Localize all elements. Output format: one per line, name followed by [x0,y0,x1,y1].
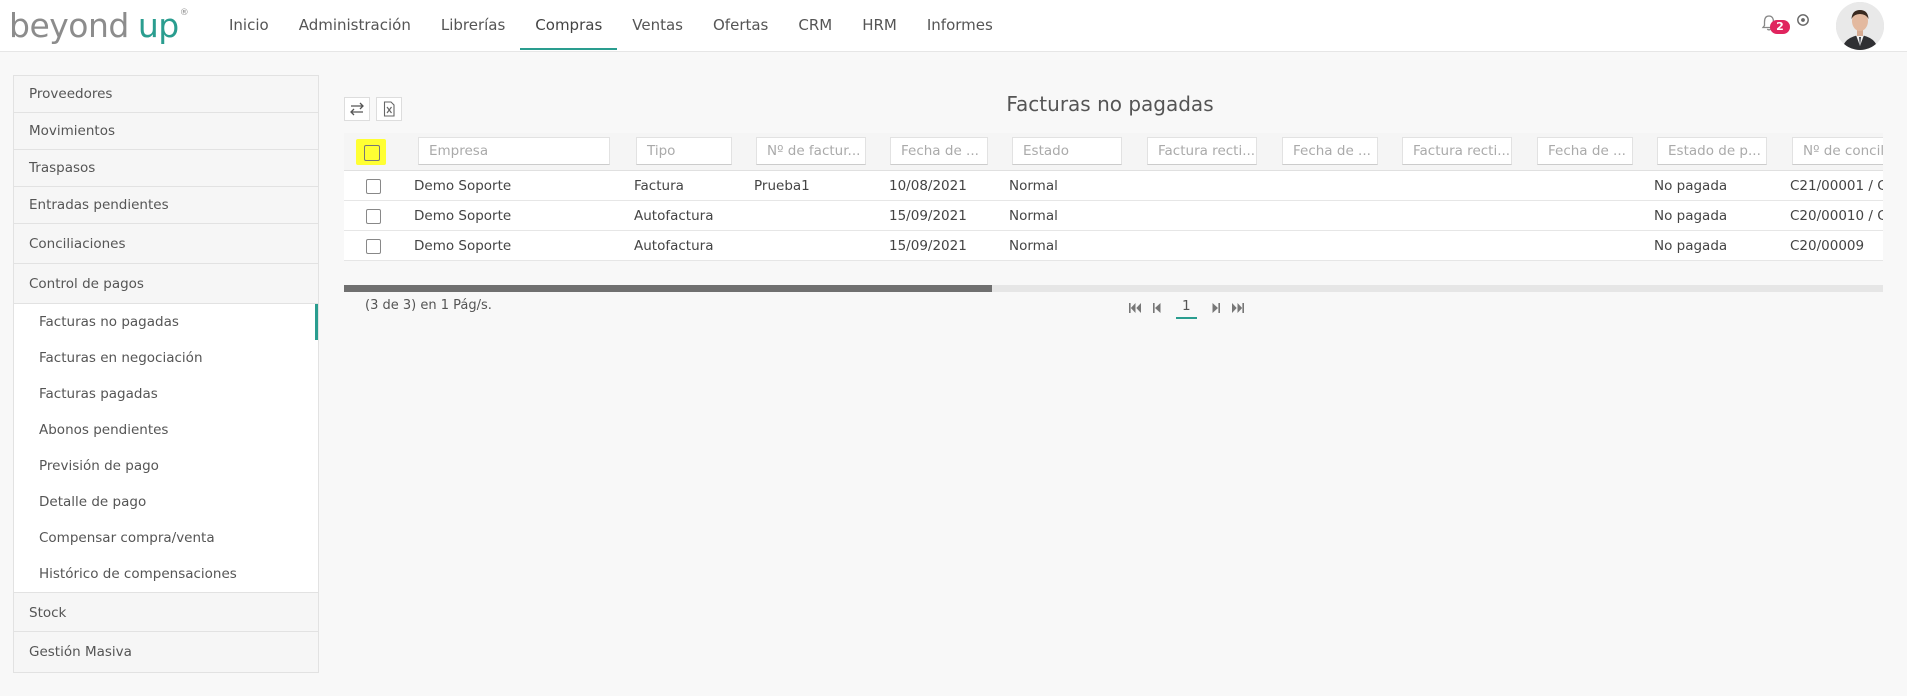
sidebar-item-proveedores[interactable]: Proveedores [14,76,318,113]
next-page-icon[interactable] [1209,301,1223,315]
table-row[interactable]: Demo Soporte Autofactura 15/09/2021 Norm… [344,201,1883,231]
current-page[interactable]: 1 [1176,298,1197,319]
sidebar-subitem-facturas-no-pagadas[interactable]: Facturas no pagadas [14,304,318,340]
cell-estado: Normal [1009,238,1058,254]
scrollbar-thumb[interactable] [344,285,992,292]
nav-ventas[interactable]: Ventas [617,0,698,50]
filter-empresa[interactable]: Empresa [418,137,610,165]
main-nav: Inicio Administración Librerías Compras … [214,0,1008,50]
sidebar-subitem-detalle-de-pago[interactable]: Detalle de pago [14,484,318,520]
filter-estado[interactable]: Estado [1012,137,1122,165]
nav-crm[interactable]: CRM [783,0,847,50]
cell-numero-conciliacion: C20/00010 / C2 [1790,208,1883,224]
select-all-checkbox[interactable] [364,145,380,161]
row-checkbox[interactable] [366,239,381,254]
sidebar: Proveedores Movimientos Traspasos Entrad… [13,75,319,673]
table-row[interactable]: Demo Soporte Factura Prueba1 10/08/2021 … [344,171,1883,201]
paginator: 1 [1124,296,1249,320]
sidebar-item-conciliaciones[interactable]: Conciliaciones [14,224,318,264]
filter-factura-rectificativa-2[interactable]: Factura recti... [1402,137,1512,165]
prev-page-icon[interactable] [1150,301,1164,315]
sidebar-item-stock[interactable]: Stock [14,592,318,632]
filter-tipo[interactable]: Tipo [636,137,732,165]
excel-export-icon [383,101,395,117]
excel-export-button[interactable] [376,97,402,121]
cell-empresa: Demo Soporte [414,208,512,224]
table-header: Empresa Tipo Nº de factur... Fecha de ..… [344,133,1883,171]
cell-numero-conciliacion: C20/00009 [1790,238,1865,254]
sidebar-subitem-historico-de-compensaciones[interactable]: Histórico de compensaciones [14,556,318,592]
swap-columns-button[interactable] [344,97,370,121]
cell-estado: Normal [1009,178,1058,194]
cell-numero-conciliacion: C21/00001 / C2 [1790,178,1883,194]
first-page-icon[interactable] [1128,301,1142,315]
cell-fecha: 15/09/2021 [889,208,967,224]
sidebar-subitem-facturas-pagadas[interactable]: Facturas pagadas [14,376,318,412]
nav-librerias[interactable]: Librerías [426,0,520,50]
last-page-icon[interactable] [1231,301,1245,315]
sidebar-item-control-de-pagos[interactable]: Control de pagos [14,264,318,304]
filter-numero-conciliacion[interactable]: Nº de concili... [1792,137,1883,165]
filter-fecha-1[interactable]: Fecha de ... [890,137,988,165]
cell-estado-pago: No pagada [1654,238,1728,254]
invoices-table: Empresa Tipo Nº de factur... Fecha de ..… [344,133,1883,261]
sidebar-item-traspasos[interactable]: Traspasos [14,150,318,187]
cell-estado-pago: No pagada [1654,208,1728,224]
cell-fecha: 10/08/2021 [889,178,967,194]
cell-empresa: Demo Soporte [414,238,512,254]
filter-estado-pago[interactable]: Estado de p... [1657,137,1767,165]
avatar[interactable] [1836,2,1884,50]
cell-fecha: 15/09/2021 [889,238,967,254]
notification-badge: 2 [1770,20,1790,34]
table-row[interactable]: Demo Soporte Autofactura 15/09/2021 Norm… [344,231,1883,261]
page-title: Facturas no pagadas [1006,92,1214,116]
sidebar-item-entradas-pendientes[interactable]: Entradas pendientes [14,187,318,224]
cell-tipo: Factura [634,178,684,194]
filter-factura-rectificativa-1[interactable]: Factura recti... [1147,137,1257,165]
nav-inicio[interactable]: Inicio [214,0,284,50]
filter-fecha-2[interactable]: Fecha de ... [1282,137,1378,165]
cell-numero-factura: Prueba1 [754,178,810,194]
cell-tipo: Autofactura [634,208,714,224]
sidebar-subitem-abonos-pendientes[interactable]: Abonos pendientes [14,412,318,448]
filter-fecha-3[interactable]: Fecha de ... [1537,137,1633,165]
sidebar-item-gestion-masiva[interactable]: Gestión Masiva [14,632,318,672]
logo[interactable]: beyond up ® [9,6,189,46]
cell-estado-pago: No pagada [1654,178,1728,194]
nav-informes[interactable]: Informes [912,0,1008,50]
logo-word-beyond: beyond [9,6,129,45]
cell-estado: Normal [1009,208,1058,224]
horizontal-scrollbar[interactable] [344,285,1883,292]
swap-columns-icon [350,102,364,116]
sidebar-subitem-facturas-en-negociacion[interactable]: Facturas en negociación [14,340,318,376]
cell-tipo: Autofactura [634,238,714,254]
pagination-summary: (3 de 3) en 1 Pág/s. [365,298,492,313]
top-header: beyond up ® Inicio Administración Librer… [0,0,1907,52]
settings-icon[interactable] [1796,13,1810,27]
logo-word-up: up [137,6,179,45]
nav-compras[interactable]: Compras [520,0,618,50]
sidebar-item-movimientos[interactable]: Movimientos [14,113,318,150]
row-checkbox[interactable] [366,179,381,194]
nav-administracion[interactable]: Administración [284,0,426,50]
cell-empresa: Demo Soporte [414,178,512,194]
nav-hrm[interactable]: HRM [847,0,912,50]
row-checkbox[interactable] [366,209,381,224]
sidebar-subitem-compensar-compra-venta[interactable]: Compensar compra/venta [14,520,318,556]
nav-ofertas[interactable]: Ofertas [698,0,783,50]
filter-numero-factura[interactable]: Nº de factur... [756,137,866,165]
sidebar-subitem-prevision-de-pago[interactable]: Previsión de pago [14,448,318,484]
logo-registered-mark: ® [179,8,189,18]
